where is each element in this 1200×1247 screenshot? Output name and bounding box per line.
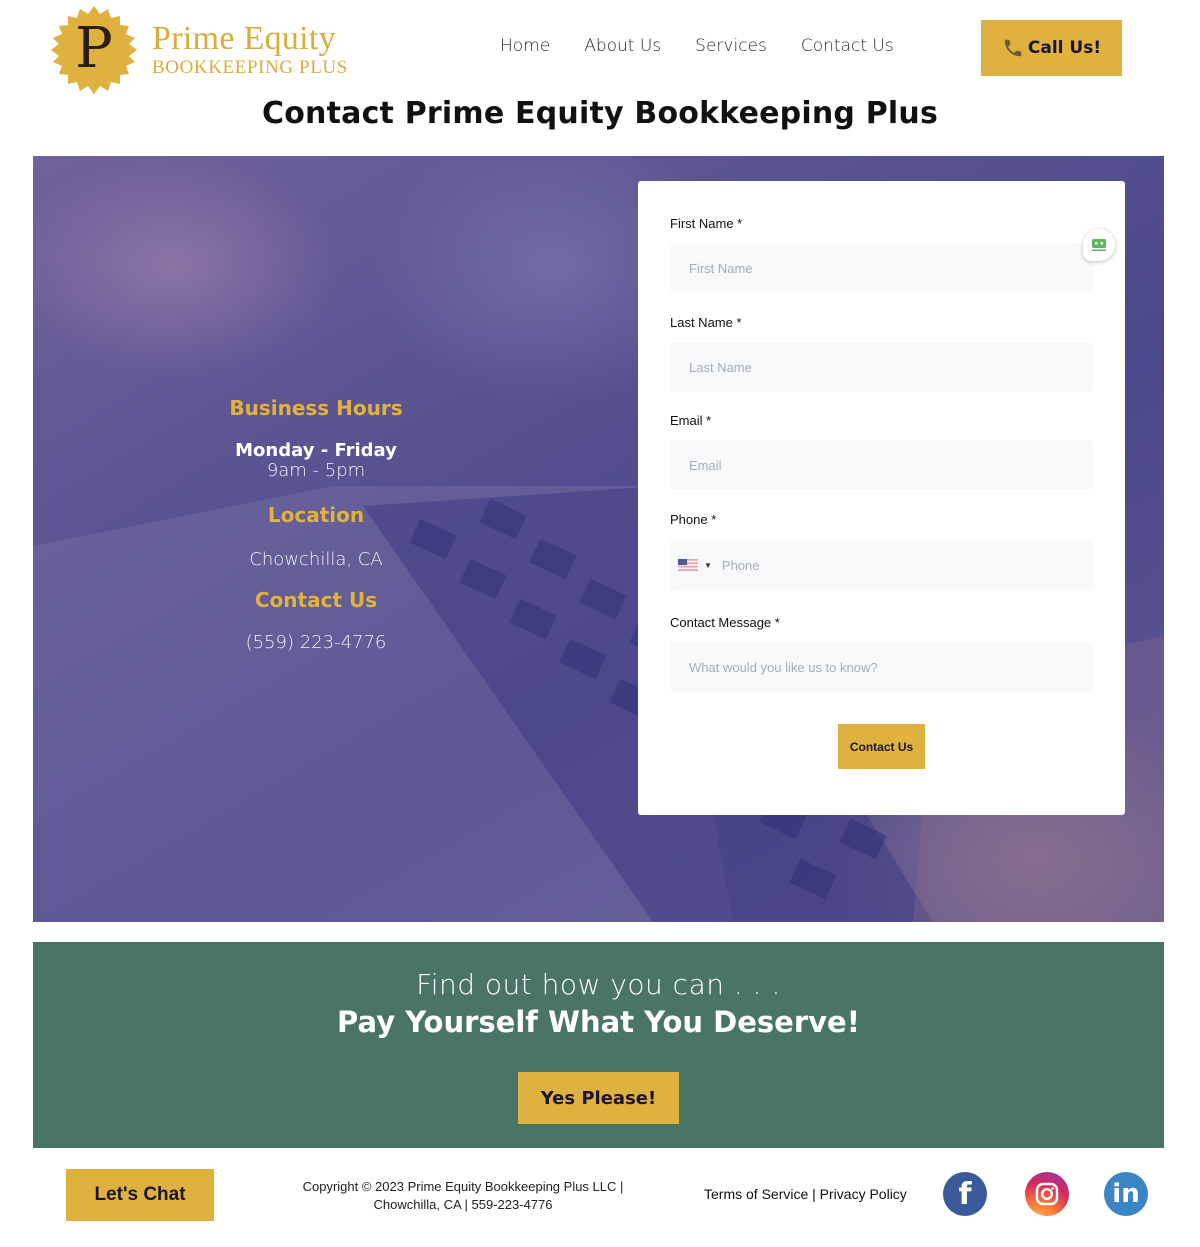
- first-name-label: First Name *: [670, 216, 743, 231]
- legal-links: Terms of Service | Privacy Policy: [704, 1186, 907, 1202]
- business-info: Business Hours Monday - Friday 9am - 5pm…: [216, 396, 416, 653]
- cta-banner: Find out how you can . . . Pay Yourself …: [33, 942, 1164, 1148]
- page-title: Contact Prime Equity Bookkeeping Plus: [262, 96, 938, 131]
- logo-name: Prime Equity: [152, 20, 336, 57]
- contact-phone[interactable]: (559) 223-4776: [216, 632, 416, 653]
- password-manager-icon[interactable]: [1083, 229, 1115, 261]
- privacy-policy-link[interactable]: Privacy Policy: [820, 1186, 907, 1202]
- call-us-button[interactable]: Call Us!: [981, 20, 1122, 76]
- logo[interactable]: P Prime Equity BOOKKEEPING PLUS: [50, 6, 370, 94]
- contact-us-submit-button[interactable]: Contact Us: [838, 724, 925, 769]
- phone-input[interactable]: [711, 539, 1093, 591]
- phone-label: Phone *: [670, 512, 717, 527]
- business-hours-heading: Business Hours: [229, 396, 403, 420]
- logo-badge-icon: P: [50, 6, 138, 94]
- contact-heading: Contact Us: [254, 588, 378, 612]
- contact-message-input[interactable]: [670, 642, 1093, 692]
- location-heading: Location: [267, 503, 365, 527]
- facebook-icon[interactable]: f: [943, 1172, 987, 1216]
- nav-home[interactable]: Home: [500, 36, 550, 56]
- logo-letter: P: [75, 16, 113, 81]
- cta-heading: Pay Yourself What You Deserve!: [337, 1005, 860, 1039]
- email-label: Email *: [670, 413, 712, 428]
- lets-chat-button[interactable]: Let's Chat: [66, 1169, 214, 1221]
- terms-of-service-link[interactable]: Terms of Service: [704, 1186, 808, 1202]
- call-us-label: Call Us!: [1027, 38, 1102, 58]
- contact-message-label: Contact Message *: [670, 615, 780, 630]
- logo-tagline: BOOKKEEPING PLUS: [152, 57, 348, 78]
- last-name-input[interactable]: [670, 342, 1093, 392]
- last-name-label: Last Name *: [670, 315, 742, 330]
- nav-about-us[interactable]: About Us: [584, 36, 661, 56]
- business-days: Monday - Friday: [235, 440, 397, 461]
- business-hours: 9am - 5pm: [266, 460, 366, 481]
- country-dropdown-caret-icon[interactable]: ▼: [704, 561, 712, 570]
- first-name-input[interactable]: [670, 243, 1093, 293]
- contact-form: First Name * Last Name * Email * Phone *…: [638, 181, 1125, 815]
- copyright-line-2: Chowchilla, CA | 559-223-4776: [373, 1197, 553, 1212]
- instagram-icon[interactable]: [1025, 1172, 1069, 1216]
- nav-services[interactable]: Services: [695, 36, 767, 56]
- copyright: Copyright © 2023 Prime Equity Bookkeepin…: [283, 1178, 643, 1214]
- us-flag-icon[interactable]: [678, 559, 698, 571]
- email-input[interactable]: [670, 440, 1093, 490]
- cta-subheading: Find out how you can . . .: [416, 968, 781, 1001]
- location-text: Chowchilla, CA: [249, 549, 383, 570]
- copyright-line-1: Copyright © 2023 Prime Equity Bookkeepin…: [302, 1179, 624, 1194]
- phone-field: ▼: [670, 539, 1093, 591]
- linkedin-icon[interactable]: in: [1104, 1172, 1148, 1216]
- main-nav: Home About Us Services Contact Us: [500, 36, 928, 56]
- yes-please-button[interactable]: Yes Please!: [518, 1072, 679, 1124]
- legal-separator: |: [808, 1186, 820, 1202]
- phone-icon: [1004, 39, 1022, 57]
- nav-contact-us[interactable]: Contact Us: [801, 36, 894, 56]
- site-header: P Prime Equity BOOKKEEPING PLUS Home Abo…: [0, 0, 1200, 100]
